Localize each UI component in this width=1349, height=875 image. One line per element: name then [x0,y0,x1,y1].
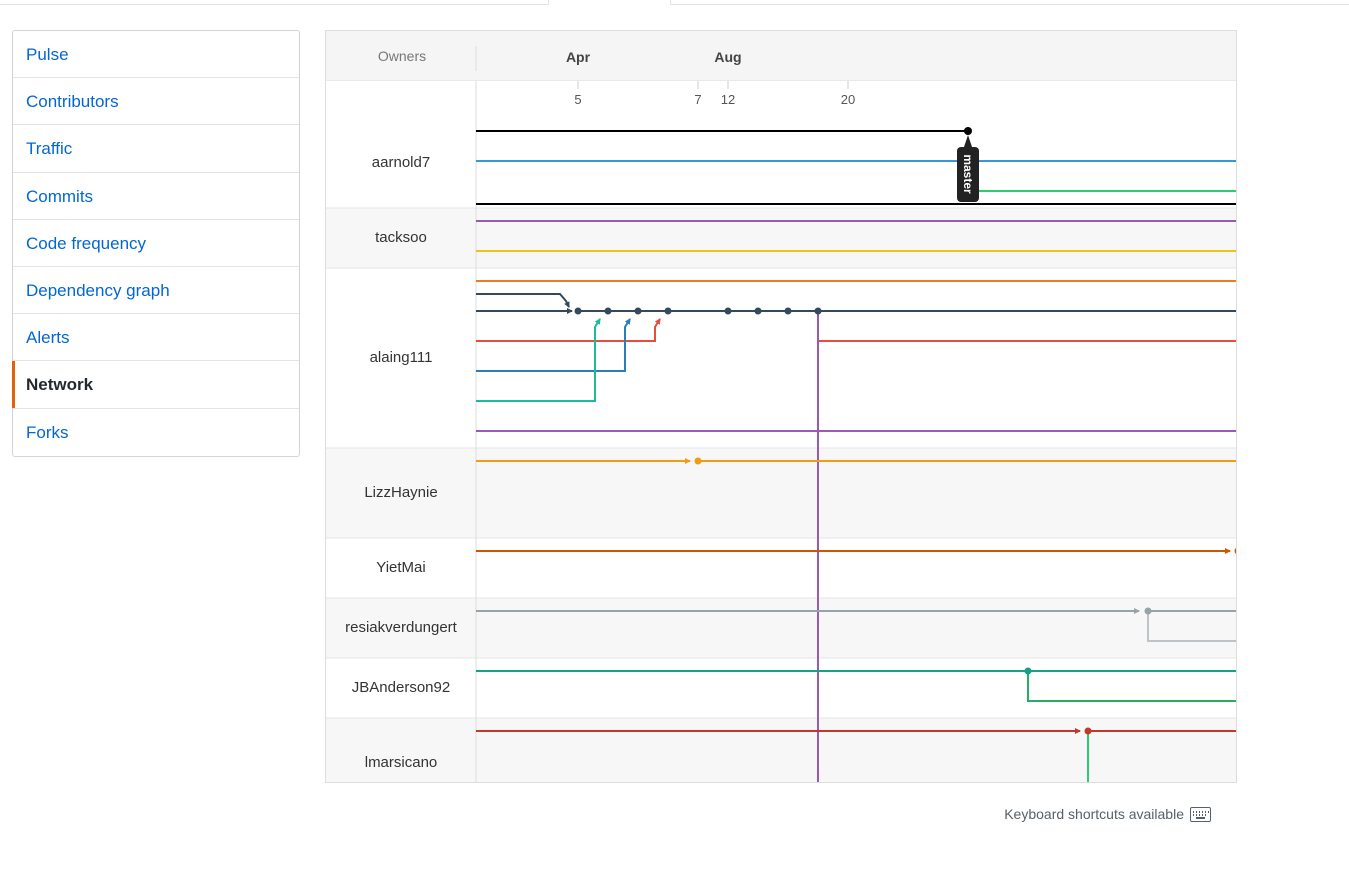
owner-name[interactable]: tacksoo [375,229,427,246]
commit-dot [634,307,642,315]
day-label: 20 [841,92,855,107]
day-label: 5 [574,92,581,107]
commit-dot [694,457,702,465]
day-label: 12 [721,92,735,107]
network-graph[interactable]: Owners Apr Aug aarnold7 tacksoo alaing11… [325,30,1237,783]
month-label-aug: Aug [714,49,741,65]
commit-dot [604,307,612,315]
keyboard-shortcuts-note[interactable]: Keyboard shortcuts available [1004,806,1211,822]
month-label-apr: Apr [566,49,591,65]
menu-item-code-frequency[interactable]: Code frequency [13,220,299,267]
commit-dot [1084,727,1092,735]
day-label: 7 [694,92,701,107]
commit-dot [1024,667,1032,675]
commit-dot [814,307,822,315]
menu-item-alerts[interactable]: Alerts [13,314,299,362]
commit-dot [754,307,762,315]
branch-label-text: master [961,154,975,194]
menu-item-dependency-graph[interactable]: Dependency graph [13,267,299,315]
owner-name[interactable]: resiakverdungert [345,619,458,636]
menu-item-network[interactable]: Network [12,361,299,409]
top-tab-border [0,0,1349,5]
owner-name[interactable]: alaing111 [370,349,433,366]
keyboard-icon [1190,806,1211,822]
keyboard-shortcuts-text: Keyboard shortcuts available [1004,806,1184,822]
graph-header [326,31,1236,81]
commit-dot [964,127,972,135]
owner-name[interactable]: aarnold7 [372,154,430,171]
owner-name[interactable]: YietMai [376,559,425,576]
commit-dot [664,307,672,315]
commit-dot [784,307,792,315]
menu-item-pulse[interactable]: Pulse [13,31,299,79]
menu-item-commits[interactable]: Commits [13,173,299,220]
commit-dot [1144,607,1152,615]
owners-header: Owners [378,48,426,64]
owner-name[interactable]: JBAnderson92 [352,679,450,696]
owner-name[interactable]: lmarsicano [365,754,438,771]
menu-item-traffic[interactable]: Traffic [13,125,299,173]
menu-item-contributors[interactable]: Contributors [13,78,299,126]
insights-menu: Pulse Contributors Traffic Commits Code … [12,30,300,457]
commit-dot [574,307,582,315]
network-graph-canvas[interactable]: Owners Apr Aug aarnold7 tacksoo alaing11… [326,31,1237,783]
commit-dot [724,307,732,315]
owner-name[interactable]: LizzHaynie [364,484,437,501]
menu-item-forks[interactable]: Forks [13,409,299,456]
